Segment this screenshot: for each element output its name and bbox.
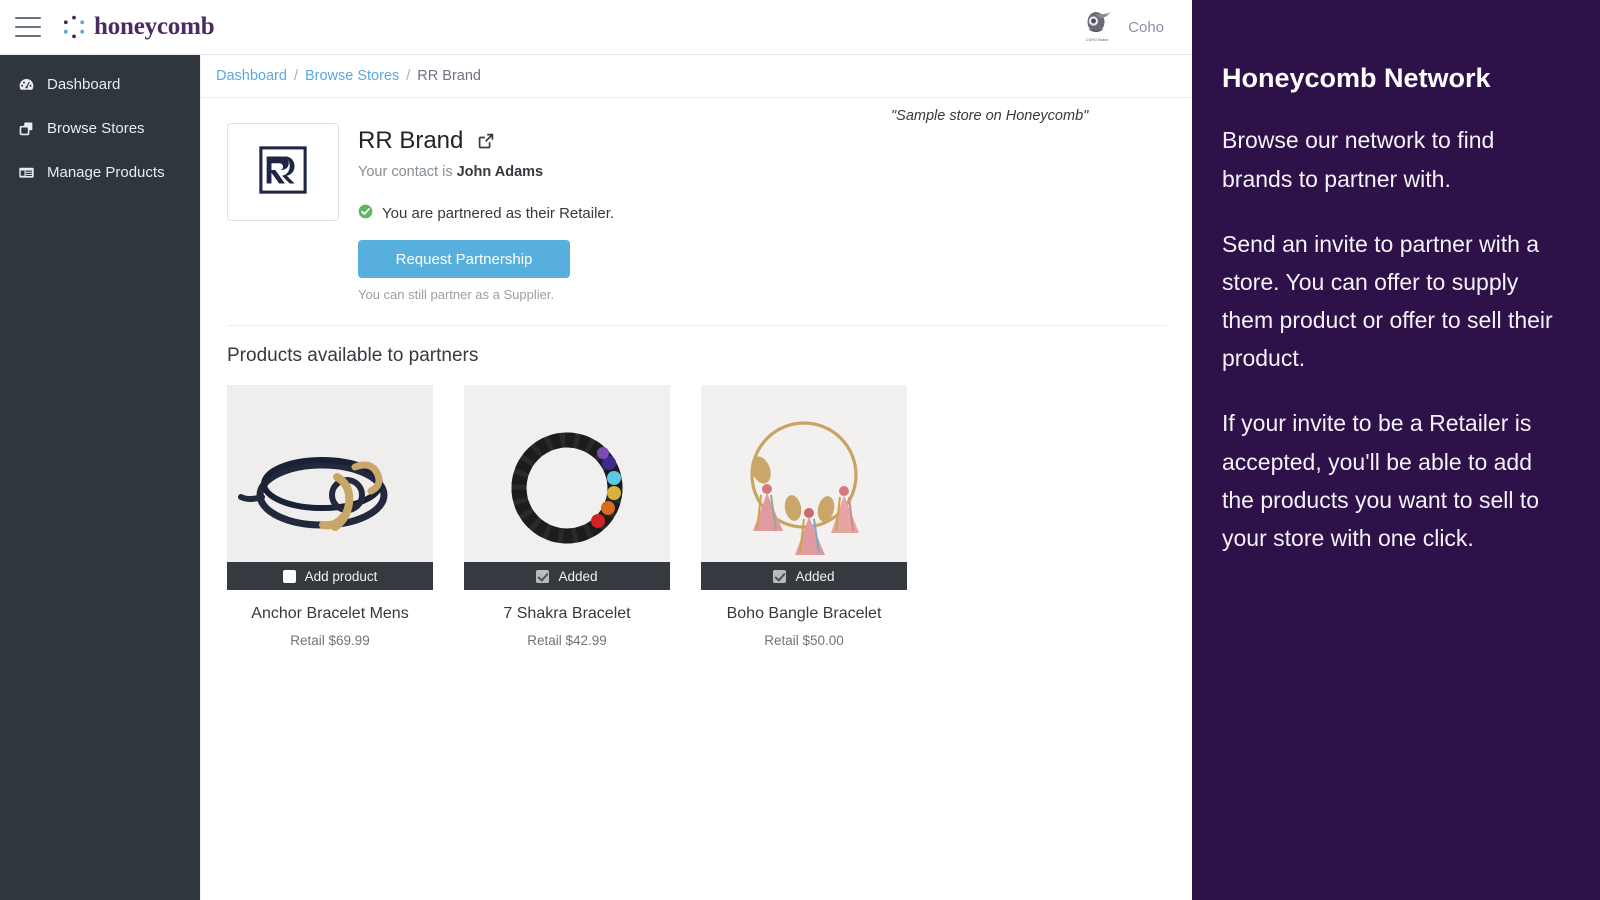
info-panel-paragraph: Send an invite to partner with a store. …: [1222, 225, 1560, 378]
coho-brand-logo-icon[interactable]: COHO Brand: [1080, 9, 1114, 45]
breadcrumb: Dashboard / Browse Stores / RR Brand: [201, 55, 1192, 98]
honeycomb-dots-icon: [63, 15, 85, 39]
product-price: Retail $50.00: [701, 633, 907, 648]
product-name: Boho Bangle Bracelet: [701, 605, 907, 623]
added-checkbox[interactable]: [536, 570, 549, 583]
account-name[interactable]: Coho: [1128, 19, 1164, 36]
page-title: RR Brand: [358, 127, 463, 155]
sidebar-item-browse-stores[interactable]: Browse Stores: [0, 106, 200, 150]
store-logo: [227, 123, 339, 221]
sidebar-item-label: Manage Products: [47, 164, 165, 181]
brand[interactable]: honeycomb: [63, 13, 214, 41]
info-panel: Honeycomb Network Browse our network to …: [1192, 0, 1600, 900]
app-root: honeycomb COHO Brand Coho: [0, 0, 1600, 900]
product-card[interactable]: Added 7 Shakra Bracelet Retail $42.99: [464, 385, 670, 648]
add-product-checkbox[interactable]: [283, 570, 296, 583]
added-checkbox[interactable]: [773, 570, 786, 583]
products-section-heading: Products available to partners: [227, 345, 1192, 367]
store-contact-name: John Adams: [457, 164, 543, 180]
product-action-label: Added: [558, 569, 597, 584]
sidebar-item-manage-products[interactable]: Manage Products: [0, 150, 200, 194]
boho-bangle-photo: Added: [701, 385, 907, 590]
tachometer-icon: [17, 75, 35, 93]
product-name: 7 Shakra Bracelet: [464, 605, 670, 623]
product-card[interactable]: Added Boho Bangle Bracelet Retail $50.00: [701, 385, 907, 648]
section-divider: [227, 325, 1167, 326]
breadcrumb-item-browse-stores[interactable]: Browse Stores: [305, 68, 399, 84]
clone-icon: [17, 119, 35, 137]
top-bar-right: COHO Brand Coho: [1080, 9, 1192, 45]
store-quote: "Sample store on Honeycomb": [891, 108, 1088, 124]
partnership-status-text: You are partnered as their Retailer.: [382, 205, 614, 222]
top-bar: honeycomb COHO Brand Coho: [0, 0, 1192, 55]
breadcrumb-item-current: RR Brand: [417, 68, 481, 84]
product-price: Retail $69.99: [227, 633, 433, 648]
shakra-bracelet-photo: Added: [464, 385, 670, 590]
info-panel-paragraph: If your invite to be a Retailer is accep…: [1222, 404, 1560, 557]
product-action-label: Added: [795, 569, 834, 584]
brand-name: honeycomb: [94, 13, 214, 41]
supplier-note: You can still partner as a Supplier.: [358, 287, 614, 302]
product-action-bar[interactable]: Added: [701, 562, 907, 590]
breadcrumb-item-dashboard[interactable]: Dashboard: [216, 68, 287, 84]
breadcrumb-separator: /: [294, 68, 298, 84]
anchor-bracelet-photo: Add product: [227, 385, 433, 590]
product-name: Anchor Bracelet Mens: [227, 605, 433, 623]
product-price: Retail $42.99: [464, 633, 670, 648]
main-content: Dashboard / Browse Stores / RR Brand: [200, 55, 1192, 900]
products-grid: Add product Anchor Bracelet Mens Retail …: [227, 385, 1192, 648]
rr-brand-monogram-icon: [258, 145, 308, 200]
product-card[interactable]: Add product Anchor Bracelet Mens Retail …: [227, 385, 433, 648]
product-action-bar[interactable]: Added: [464, 562, 670, 590]
store-header: RR Brand Your contact is John Adams: [201, 98, 1192, 302]
external-link-icon[interactable]: [477, 132, 495, 150]
window-list-icon: [17, 163, 35, 181]
product-action-label: Add product: [305, 569, 378, 584]
breadcrumb-separator: /: [406, 68, 410, 84]
sidebar-item-dashboard[interactable]: Dashboard: [0, 62, 200, 106]
store-contact: Your contact is John Adams: [358, 164, 614, 180]
sidebar-item-label: Dashboard: [47, 76, 120, 93]
hamburger-icon[interactable]: [15, 17, 41, 37]
sidebar: Dashboard Browse Stores Man: [0, 55, 200, 900]
store-contact-prefix: Your contact is: [358, 164, 453, 180]
info-panel-title: Honeycomb Network: [1222, 62, 1560, 94]
product-action-bar[interactable]: Add product: [227, 562, 433, 590]
sidebar-item-label: Browse Stores: [47, 120, 145, 137]
check-circle-icon: [358, 204, 373, 223]
partnership-status: You are partnered as their Retailer.: [358, 204, 614, 223]
request-partnership-button[interactable]: Request Partnership: [358, 240, 570, 278]
coho-brand-logo-caption: COHO Brand: [1086, 38, 1109, 42]
info-panel-paragraph: Browse our network to find brands to par…: [1222, 121, 1560, 197]
